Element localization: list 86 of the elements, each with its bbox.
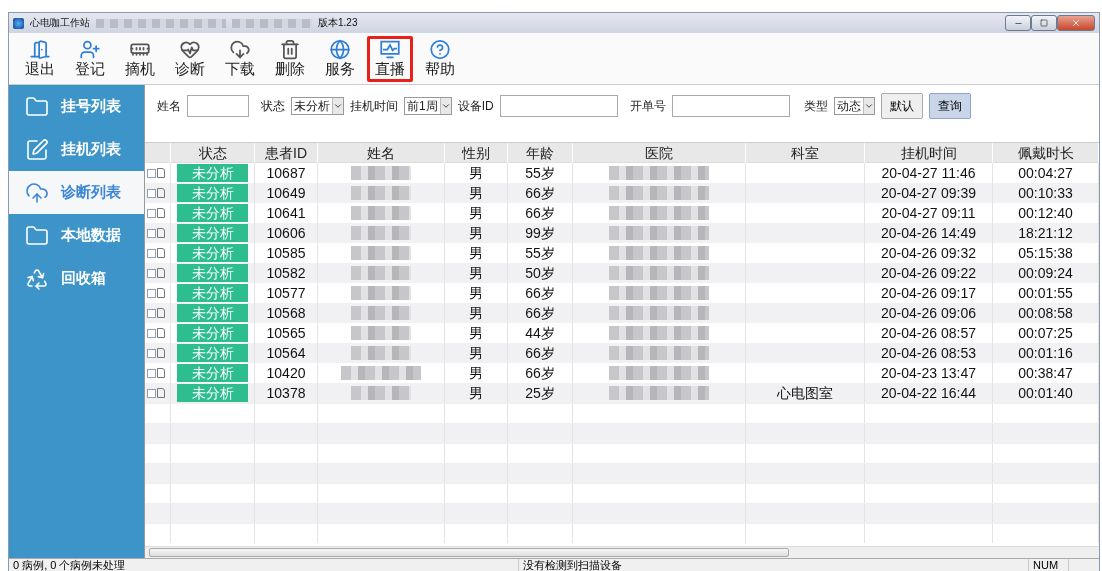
toolbar-button[interactable]: 删除: [267, 35, 313, 82]
status-text: 没有检测到扫描设备: [519, 559, 1029, 571]
field-label: 状态: [261, 98, 285, 115]
horizontal-scrollbar[interactable]: [145, 546, 1099, 558]
blurred-text: [351, 386, 411, 400]
checkbox[interactable]: [147, 288, 156, 298]
checkbox[interactable]: [147, 228, 156, 238]
recycle-icon: [25, 266, 49, 291]
status-tag: 未分析: [177, 264, 248, 282]
status-tag: 未分析: [177, 284, 248, 302]
close-button[interactable]: [1057, 15, 1095, 31]
status-tag: 未分析: [177, 384, 248, 402]
status-tag: 未分析: [177, 244, 248, 262]
toolbar-button[interactable]: 服务: [317, 35, 363, 82]
status-tag: 未分析: [177, 164, 248, 182]
blurred-text: [351, 186, 411, 200]
checkbox[interactable]: [147, 368, 156, 378]
folder-icon: [25, 223, 49, 248]
close-icon: [1071, 18, 1081, 28]
app-icon: [13, 17, 24, 29]
name-field[interactable]: [187, 95, 249, 117]
window-title: 心电咖工作站: [30, 16, 90, 30]
field-label: 设备ID: [457, 98, 494, 115]
filter-button[interactable]: 查询: [928, 93, 971, 119]
status-tag: 未分析: [177, 224, 248, 242]
toolbar-button[interactable]: 帮助: [417, 35, 463, 82]
blurred-text: [351, 266, 411, 280]
blurred-text: [351, 286, 411, 300]
field-label: 姓名: [157, 98, 181, 115]
order-number-field[interactable]: [671, 95, 790, 117]
toolbar-button[interactable]: 退出: [17, 35, 63, 82]
blurred-text: [351, 246, 411, 260]
maximize-icon: [1040, 19, 1048, 27]
checkbox[interactable]: [147, 328, 156, 338]
folder-icon: [25, 94, 49, 119]
caret-icon: [333, 101, 343, 111]
status-tag: 未分析: [177, 364, 248, 382]
toolbar-button[interactable]: 登记: [67, 35, 113, 82]
device-id-field[interactable]: [499, 95, 618, 117]
maximize-button[interactable]: [1031, 15, 1057, 31]
toolbar-button[interactable]: 诊断: [167, 35, 213, 82]
status-tag: 未分析: [177, 204, 248, 222]
trash-icon: [279, 38, 301, 60]
globe-icon: [329, 38, 351, 60]
door-icon: [29, 38, 51, 60]
toolbar-button[interactable]: 下载: [217, 35, 263, 82]
filter-button[interactable]: 默认: [880, 93, 923, 119]
time-select[interactable]: 前1周: [404, 97, 452, 115]
status-tag: 未分析: [177, 344, 248, 362]
status-tag: 未分析: [177, 184, 248, 202]
blurred-text: [351, 206, 411, 220]
toolbar-button[interactable]: 直播: [367, 35, 413, 82]
field-label: 挂机时间: [350, 98, 398, 115]
blurred-text: [351, 346, 411, 360]
edit-icon: [25, 137, 49, 162]
cloud-download-icon: [229, 38, 251, 60]
type-select[interactable]: 动态: [833, 97, 875, 115]
help-icon: [429, 38, 451, 60]
num-lock-indicator: NUM: [1029, 559, 1069, 571]
toolbar-button[interactable]: 摘机: [117, 35, 163, 82]
user-plus-icon: [79, 38, 101, 60]
checkbox[interactable]: [147, 188, 156, 198]
sidebar-item[interactable]: 诊断列表: [9, 171, 144, 214]
blurred-text: [351, 226, 411, 240]
checkbox[interactable]: [147, 308, 156, 318]
checkbox[interactable]: [147, 268, 156, 278]
minimize-button[interactable]: [1005, 15, 1031, 31]
status-tag: 未分析: [177, 324, 248, 342]
field-label: 开单号: [629, 98, 666, 115]
monitor-wave-icon: [379, 38, 401, 60]
checkbox[interactable]: [147, 388, 156, 398]
blurred-text: [351, 306, 411, 320]
version-label: 版本1.23: [318, 16, 358, 30]
caret-icon: [440, 101, 451, 111]
status-tag: 未分析: [177, 304, 248, 322]
checkbox[interactable]: [147, 348, 156, 358]
checkbox[interactable]: [147, 208, 156, 218]
caret-icon: [863, 101, 874, 111]
blurred-text: [351, 166, 411, 180]
status-select[interactable]: 未分析: [291, 97, 344, 115]
field-label: 类型: [803, 98, 828, 115]
checkbox[interactable]: [147, 168, 156, 178]
status-text: 0 病例, 0 个病例未处理: [9, 559, 519, 571]
cloud-icon: [25, 180, 49, 205]
blurred-text: [351, 326, 411, 340]
checkbox[interactable]: [147, 248, 156, 258]
